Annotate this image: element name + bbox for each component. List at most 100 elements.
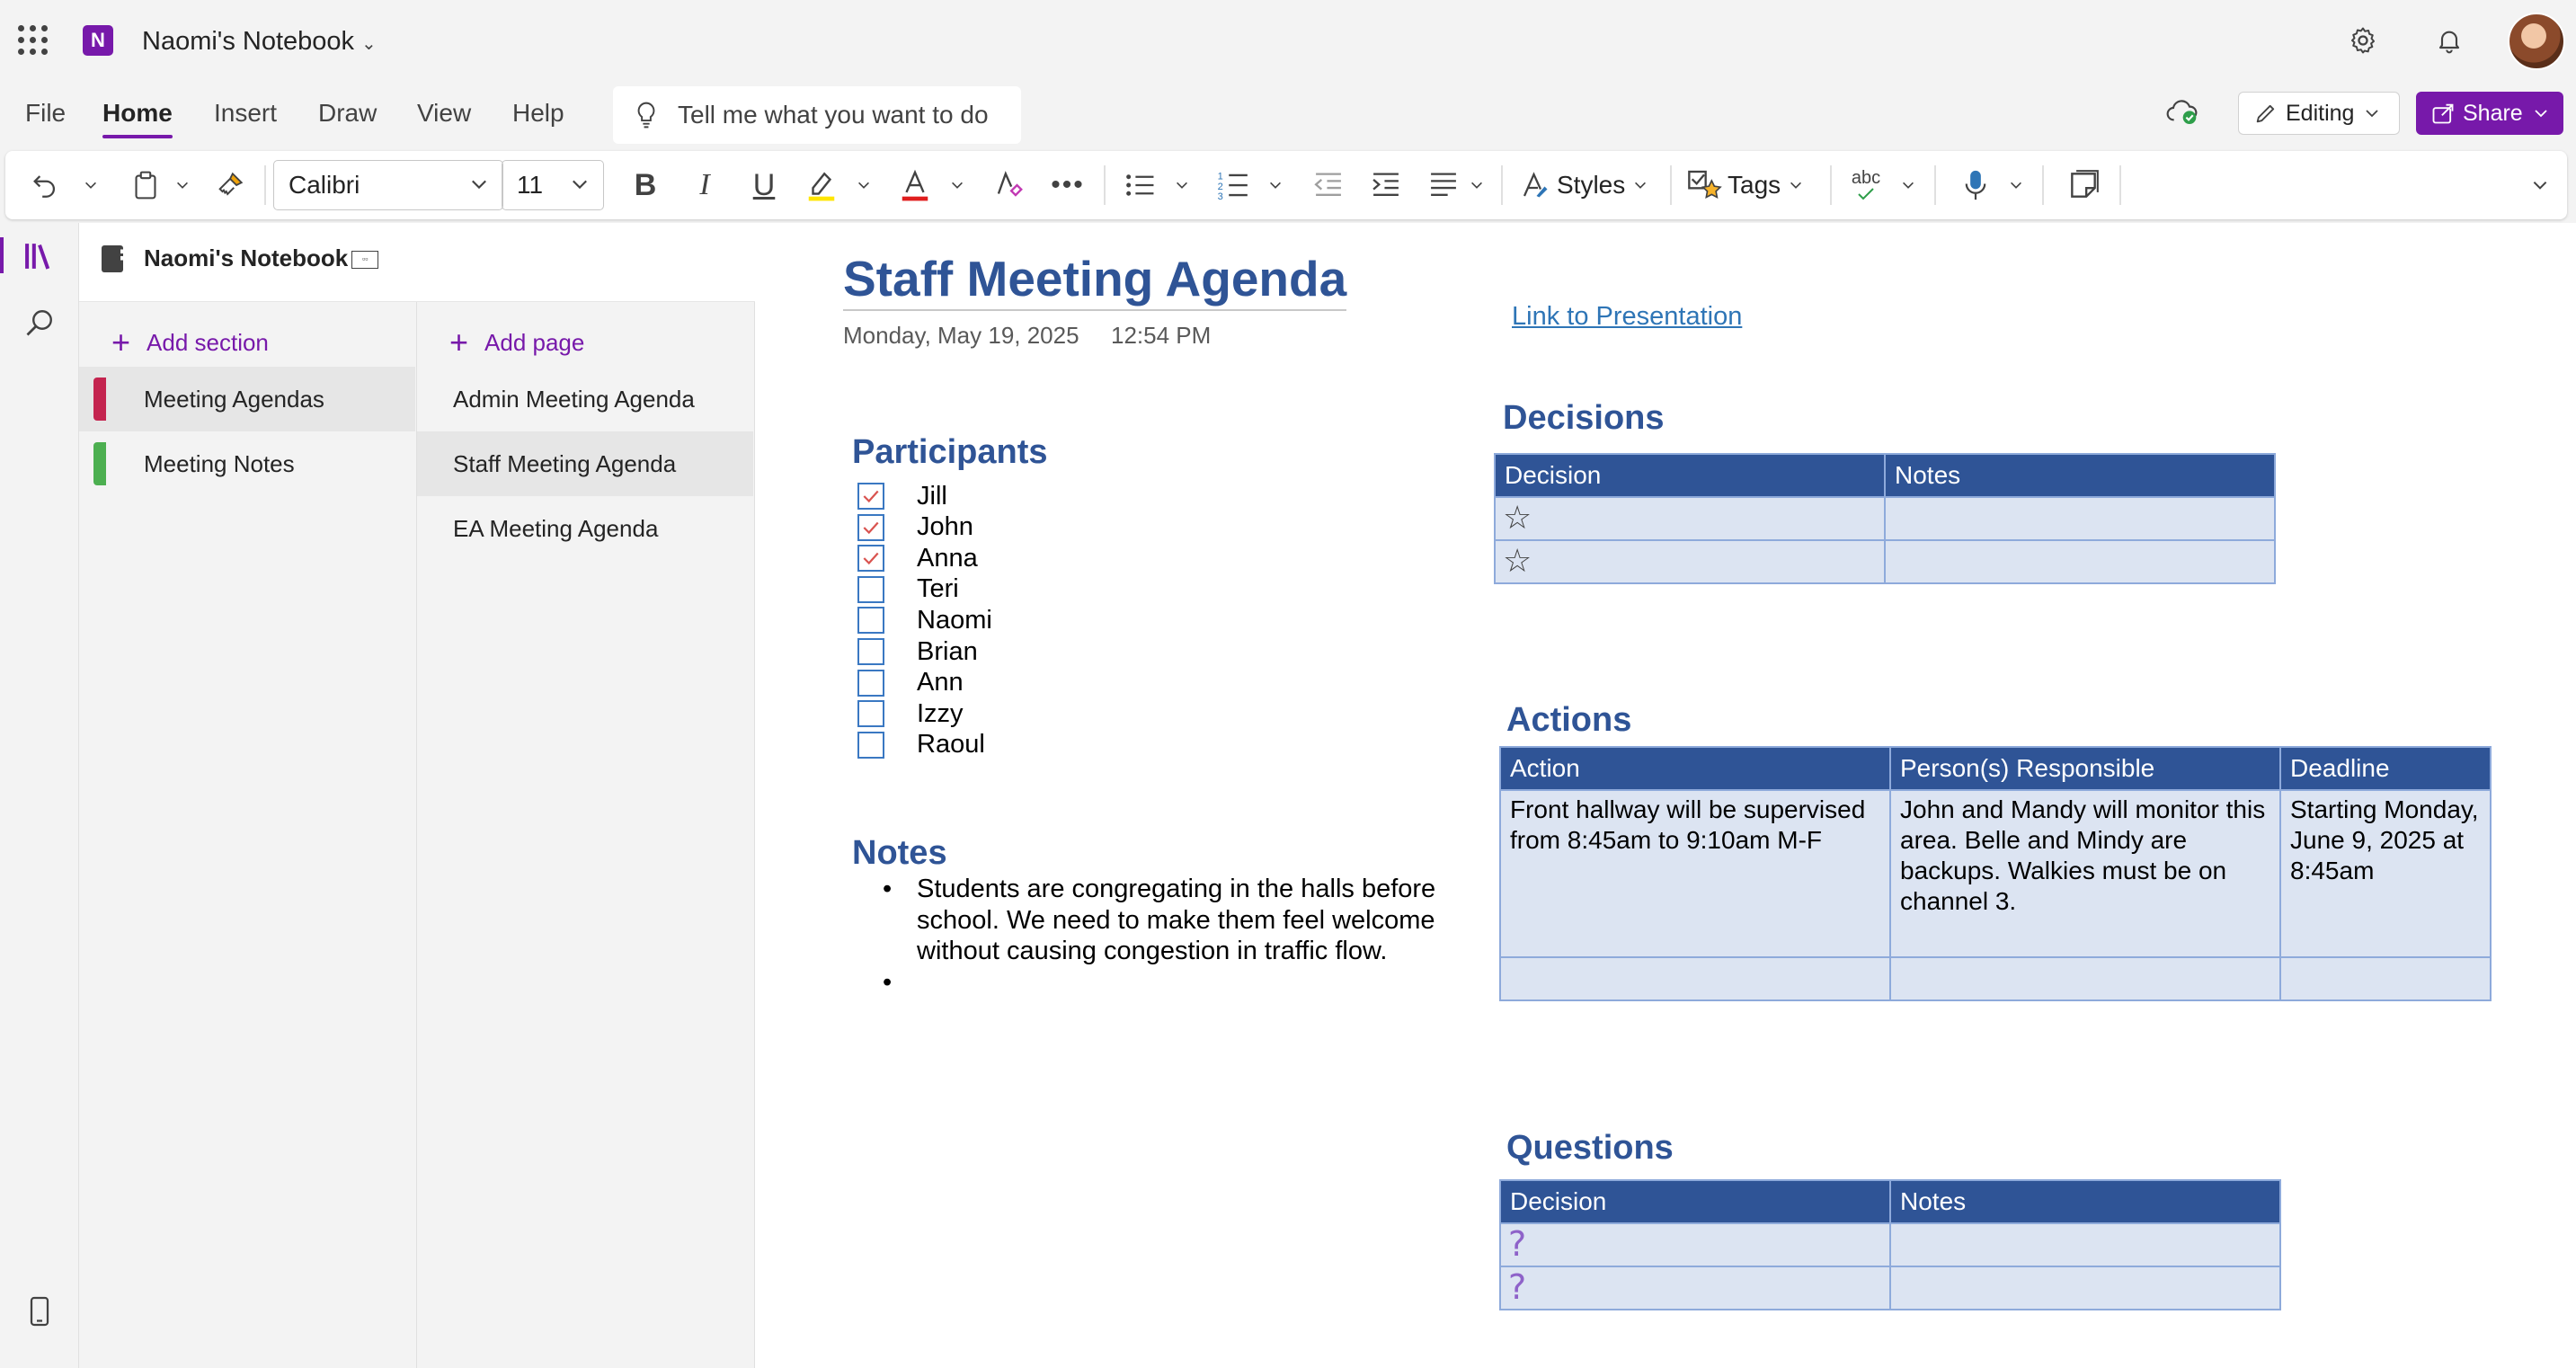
- undo-dropdown-chevron-icon[interactable]: [81, 165, 101, 205]
- table-cell[interactable]: ☆: [1494, 496, 1886, 541]
- checkbox-icon[interactable]: [857, 638, 884, 665]
- table-cell[interactable]: Front hallway will be supervised from 8:…: [1499, 789, 1891, 958]
- checkbox-icon[interactable]: [857, 731, 884, 759]
- table-cell[interactable]: ?: [1499, 1222, 1891, 1267]
- alignment-dropdown-chevron-icon[interactable]: [1467, 165, 1487, 205]
- dictate-microphone-icon[interactable]: [1956, 165, 1995, 205]
- participant-name[interactable]: Ann: [917, 668, 964, 697]
- checked-checkbox-icon[interactable]: [857, 483, 884, 510]
- table-cell[interactable]: [1889, 1222, 2281, 1267]
- styles-dropdown[interactable]: Styles: [1519, 165, 1663, 205]
- highlight-color-icon[interactable]: [802, 165, 841, 205]
- undo-icon[interactable]: [25, 165, 65, 205]
- checkbox-icon[interactable]: [857, 607, 884, 635]
- checkbox-icon[interactable]: [857, 575, 884, 603]
- app-launcher-icon[interactable]: [18, 25, 49, 56]
- underline-icon[interactable]: U: [744, 165, 784, 205]
- participant-name[interactable]: Raoul: [917, 730, 985, 760]
- notifications-bell-icon[interactable]: [2425, 16, 2474, 65]
- add-page-button[interactable]: + Add page: [449, 320, 584, 365]
- mobile-device-icon[interactable]: [0, 1280, 79, 1343]
- table-cell[interactable]: Starting Monday, June 9, 2025 at 8:45am: [2279, 789, 2492, 958]
- format-painter-icon[interactable]: [210, 165, 250, 205]
- sticky-note-icon[interactable]: [2064, 165, 2103, 205]
- checked-checkbox-icon[interactable]: [857, 513, 884, 541]
- numbered-list-icon[interactable]: 123: [1213, 165, 1253, 205]
- table-cell[interactable]: [1889, 1266, 2281, 1310]
- participant-name[interactable]: John: [917, 512, 973, 542]
- dictate-dropdown-chevron-icon[interactable]: [2006, 165, 2026, 205]
- table-cell[interactable]: [1884, 539, 2276, 584]
- highlight-dropdown-chevron-icon[interactable]: [854, 165, 874, 205]
- checkbox-icon[interactable]: [857, 700, 884, 728]
- participant-name[interactable]: Teri: [917, 574, 959, 604]
- note-bullet[interactable]: Students are congregating in the halls b…: [883, 874, 1440, 967]
- table-cell[interactable]: [1499, 956, 1891, 1001]
- page-item-ea-meeting-agenda[interactable]: EA Meeting Agenda: [417, 496, 753, 561]
- settings-gear-icon[interactable]: [2339, 16, 2387, 65]
- user-avatar[interactable]: [2508, 13, 2565, 70]
- tab-file[interactable]: File: [25, 99, 66, 128]
- actions-table[interactable]: Action Person(s) Responsible Deadline Fr…: [1499, 746, 2492, 1001]
- search-icon[interactable]: [0, 291, 79, 354]
- table-cell[interactable]: [1889, 956, 2281, 1001]
- clear-formatting-icon[interactable]: [989, 165, 1028, 205]
- checkbox-icon[interactable]: [857, 669, 884, 697]
- participant-name[interactable]: Anna: [917, 544, 978, 573]
- font-name-dropdown[interactable]: Calibri: [273, 160, 503, 210]
- expand-ribbon-chevron-icon[interactable]: [2522, 165, 2558, 205]
- tell-me-search-box[interactable]: Tell me what you want to do: [613, 86, 1021, 144]
- participant-name[interactable]: Jill: [917, 482, 947, 511]
- page-item-staff-meeting-agenda[interactable]: Staff Meeting Agenda: [417, 431, 753, 496]
- spelling-check-icon[interactable]: abc: [1846, 165, 1886, 205]
- bullet-list-icon[interactable]: [1120, 165, 1159, 205]
- table-cell[interactable]: ☆: [1494, 539, 1886, 584]
- tab-insert[interactable]: Insert: [214, 99, 277, 128]
- notebooks-library-icon[interactable]: [0, 225, 79, 288]
- font-color-dropdown-chevron-icon[interactable]: [947, 165, 967, 205]
- paste-dropdown-chevron-icon[interactable]: [173, 165, 192, 205]
- table-cell[interactable]: John and Mandy will monitor this area. B…: [1889, 789, 2281, 958]
- cloud-sync-status-icon[interactable]: [2164, 97, 2200, 126]
- participant-name[interactable]: Brian: [917, 637, 978, 667]
- question-icon[interactable]: ?: [1508, 1267, 1526, 1307]
- collapse-nav-icon[interactable]: ▫▫: [351, 251, 379, 270]
- notebook-name[interactable]: Naomi's Notebook ▫▫: [144, 244, 379, 272]
- checked-checkbox-icon[interactable]: [857, 545, 884, 573]
- more-options-icon[interactable]: •••: [1048, 165, 1088, 205]
- spelling-dropdown-chevron-icon[interactable]: [1898, 165, 1918, 205]
- participant-name[interactable]: Naomi: [917, 606, 992, 635]
- notebook-title-dropdown[interactable]: Naomi's Notebook ⌄: [142, 27, 377, 57]
- add-section-button[interactable]: + Add section: [111, 320, 269, 365]
- increase-indent-icon[interactable]: [1366, 165, 1406, 205]
- table-cell[interactable]: [2279, 956, 2492, 1001]
- notes-list[interactable]: Students are congregating in the halls b…: [883, 874, 1440, 998]
- bold-icon[interactable]: B: [626, 165, 665, 205]
- share-button[interactable]: Share: [2416, 92, 2563, 135]
- star-icon[interactable]: ☆: [1503, 499, 1532, 536]
- questions-table[interactable]: Decision Notes ? ?: [1499, 1179, 2281, 1310]
- bullet-dropdown-chevron-icon[interactable]: [1172, 165, 1192, 205]
- tab-home[interactable]: Home: [102, 99, 173, 138]
- numbering-dropdown-chevron-icon[interactable]: [1266, 165, 1285, 205]
- decisions-table[interactable]: Decision Notes ☆ ☆: [1494, 453, 2276, 584]
- question-icon[interactable]: ?: [1508, 1224, 1526, 1264]
- decrease-indent-icon[interactable]: [1309, 165, 1348, 205]
- italic-icon[interactable]: I: [685, 165, 724, 205]
- font-color-icon[interactable]: [895, 165, 935, 205]
- paragraph-alignment-icon[interactable]: [1424, 165, 1463, 205]
- tab-view[interactable]: View: [417, 99, 471, 128]
- tab-help[interactable]: Help: [512, 99, 564, 128]
- page-item-admin-meeting-agenda[interactable]: Admin Meeting Agenda: [417, 367, 753, 431]
- presentation-link[interactable]: Link to Presentation: [1512, 302, 1742, 332]
- participant-name[interactable]: Izzy: [917, 699, 964, 729]
- table-cell[interactable]: ?: [1499, 1266, 1891, 1310]
- tags-dropdown[interactable]: Tags: [1686, 165, 1821, 205]
- note-bullet[interactable]: [883, 967, 1440, 999]
- section-item-meeting-notes[interactable]: Meeting Notes: [79, 431, 415, 496]
- section-item-meeting-agendas[interactable]: Meeting Agendas: [79, 367, 415, 431]
- star-icon[interactable]: ☆: [1503, 542, 1532, 579]
- tab-draw[interactable]: Draw: [318, 99, 377, 128]
- clipboard-paste-icon[interactable]: [126, 165, 165, 205]
- page-title[interactable]: Staff Meeting Agenda: [843, 250, 1346, 307]
